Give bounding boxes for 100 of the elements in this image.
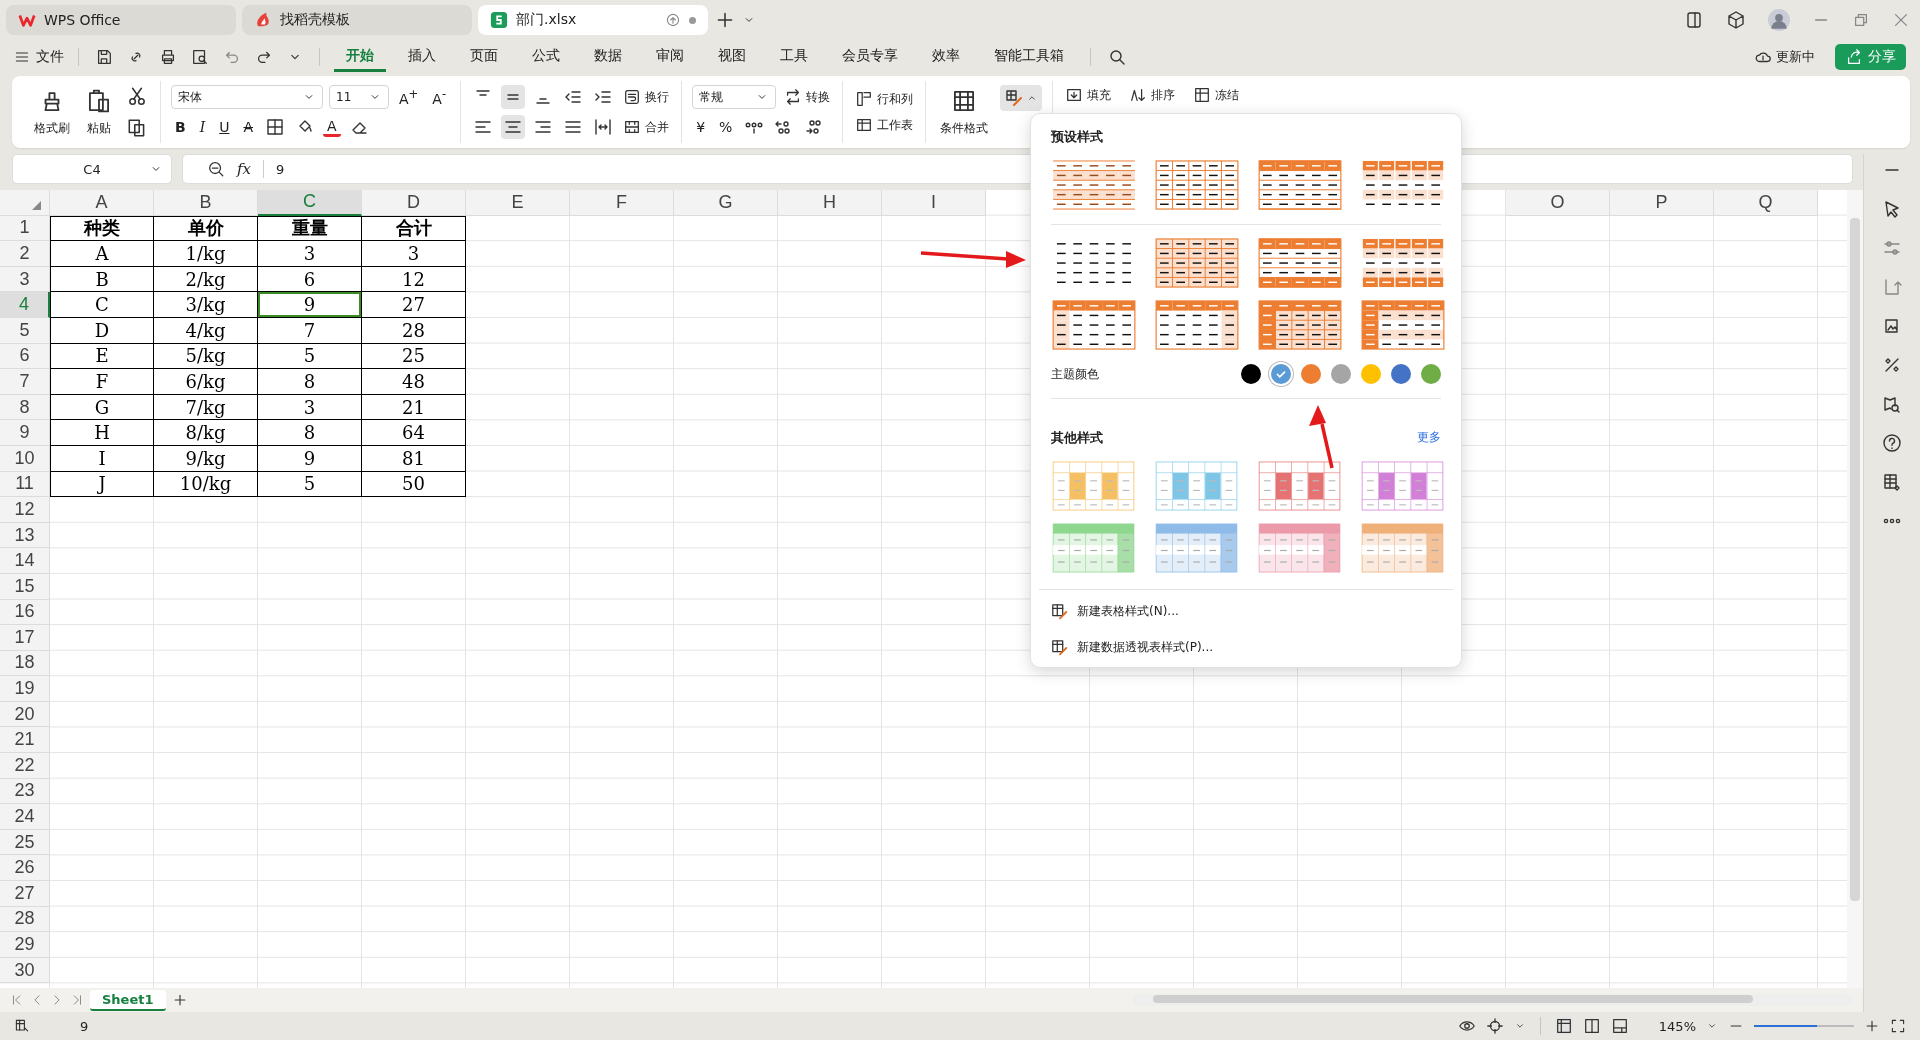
page-break-view-icon[interactable] (1610, 1017, 1629, 1035)
ribbon-tab[interactable]: 公式 (520, 42, 572, 72)
normal-view-icon[interactable] (1554, 1017, 1573, 1035)
text-style-button[interactable]: B (171, 118, 190, 136)
table-style-button[interactable] (1000, 85, 1043, 111)
conditional-format-button[interactable]: 条件格式 (936, 85, 993, 139)
ribbon-tab[interactable]: 效率 (920, 42, 972, 72)
row-header[interactable]: 5 (0, 317, 50, 344)
column-header[interactable]: E (466, 190, 570, 216)
ribbon-tab[interactable]: 数据 (582, 42, 634, 72)
upload-icon[interactable] (665, 12, 681, 28)
table-style-thumbnail[interactable] (1360, 460, 1446, 511)
fill-button[interactable]: 填充 (1063, 85, 1114, 105)
select-all-icon[interactable] (32, 200, 41, 210)
function-label[interactable]: fx (237, 160, 251, 178)
column-header[interactable]: P (1610, 190, 1714, 216)
color-swatch[interactable] (1361, 364, 1381, 385)
column-header[interactable]: G (674, 190, 778, 216)
column-header[interactable]: I (882, 190, 986, 216)
row-header[interactable]: 13 (0, 522, 50, 549)
row-header[interactable]: 21 (0, 727, 50, 754)
book-search-icon[interactable] (1882, 394, 1902, 414)
row-header[interactable]: 9 (0, 420, 50, 446)
menu-item[interactable]: 新建数据透视表样式(P)... (1051, 639, 1441, 657)
row-header[interactable]: 30 (0, 957, 50, 984)
paste-button[interactable]: 粘贴 (82, 85, 116, 139)
font-size-dropdown[interactable]: 11 (329, 85, 389, 109)
sort-button[interactable]: 排序 (1127, 85, 1178, 105)
close-icon[interactable] (1892, 11, 1910, 29)
ribbon-tab[interactable]: 视图 (706, 42, 758, 72)
column-header[interactable]: A (50, 190, 154, 216)
convert-button[interactable]: 转换 (782, 87, 833, 107)
row-header[interactable]: 18 (0, 650, 50, 677)
formula-field[interactable]: 9 (276, 161, 285, 177)
row-header[interactable]: 19 (0, 676, 50, 702)
column-header[interactable]: B (154, 190, 258, 216)
zoom-level[interactable]: 145% (1658, 1018, 1696, 1034)
freeze-button[interactable]: 冻结 (1191, 85, 1242, 105)
table-style-thumbnail[interactable] (1257, 238, 1343, 289)
text-style-button[interactable]: I (195, 118, 210, 136)
row-header[interactable]: 2 (0, 241, 50, 267)
avatar[interactable] (1768, 9, 1790, 31)
restore-icon[interactable] (1852, 11, 1870, 29)
row-header[interactable]: 10 (0, 445, 50, 472)
row-header[interactable]: 8 (0, 394, 50, 421)
ribbon-tab[interactable]: 智能工具箱 (982, 42, 1076, 72)
worksheet-button[interactable]: 工作表 (853, 115, 916, 135)
fullscreen-icon[interactable] (1890, 1018, 1906, 1034)
row-header[interactable]: 7 (0, 369, 50, 395)
vertical-scrollbar[interactable] (1847, 190, 1863, 988)
column-header[interactable]: H (778, 190, 882, 216)
row-header[interactable]: 6 (0, 343, 50, 370)
table-style-thumbnail[interactable] (1154, 238, 1240, 289)
currency-button[interactable]: ¥ (692, 118, 710, 136)
table-style-thumbnail[interactable] (1257, 460, 1343, 511)
row-header[interactable]: 28 (0, 906, 50, 933)
font-color-button[interactable]: A (323, 117, 341, 137)
ribbon-tab[interactable]: 开始 (334, 42, 386, 72)
format-painter-button[interactable]: 格式刷 (30, 85, 74, 139)
ribbon-tab[interactable]: 页面 (458, 42, 510, 72)
table-style-thumbnail[interactable] (1154, 300, 1240, 351)
document-tab[interactable]: 找稻壳模板 (242, 5, 472, 35)
color-swatch[interactable] (1391, 364, 1411, 385)
color-swatch[interactable] (1421, 364, 1441, 385)
row-header[interactable]: 17 (0, 625, 50, 651)
menu-item[interactable]: 新建表格样式(N)... (1051, 603, 1441, 621)
color-swatch[interactable] (1331, 364, 1351, 385)
row-header[interactable]: 23 (0, 778, 50, 805)
page-view-icon[interactable] (1582, 1017, 1601, 1035)
print-icon[interactable] (159, 48, 177, 66)
row-header[interactable]: 20 (0, 701, 50, 728)
row-header[interactable]: 3 (0, 266, 50, 293)
document-tab[interactable]: 部门.xlsx (478, 5, 708, 35)
color-swatch[interactable] (1301, 364, 1321, 385)
ribbon-tab[interactable]: 工具 (768, 42, 820, 72)
table-style-thumbnail[interactable] (1051, 522, 1137, 573)
save-icon[interactable] (95, 48, 113, 66)
column-header[interactable]: O (1506, 190, 1610, 216)
text-style-button[interactable]: A (239, 118, 258, 136)
table-icon[interactable] (1882, 472, 1902, 492)
shrink-font-button[interactable]: A$^{-}$ (428, 86, 451, 108)
color-swatch[interactable] (1271, 364, 1291, 385)
row-header[interactable]: 15 (0, 573, 50, 600)
column-header[interactable]: C (258, 190, 362, 216)
arrow-icon[interactable] (1882, 277, 1902, 297)
row-header[interactable]: 25 (0, 829, 50, 856)
percent-button[interactable]: % (715, 118, 737, 136)
more-link[interactable]: 更多 (1417, 429, 1441, 447)
column-header[interactable]: F (570, 190, 674, 216)
table-style-thumbnail[interactable] (1154, 522, 1240, 573)
row-header[interactable]: 24 (0, 804, 50, 830)
horizontal-scrollbar[interactable] (1133, 994, 1853, 1006)
text-style-button[interactable]: U (215, 118, 234, 136)
row-header[interactable]: 29 (0, 932, 50, 958)
crosshair-icon[interactable] (1485, 1017, 1504, 1035)
row-header[interactable]: 27 (0, 881, 50, 907)
table-style-thumbnail[interactable] (1257, 300, 1343, 351)
number-format-dropdown[interactable]: 常规 (692, 85, 777, 109)
ribbon-tab[interactable]: 会员专享 (830, 42, 910, 72)
share-button[interactable]: 分享 (1835, 44, 1906, 70)
